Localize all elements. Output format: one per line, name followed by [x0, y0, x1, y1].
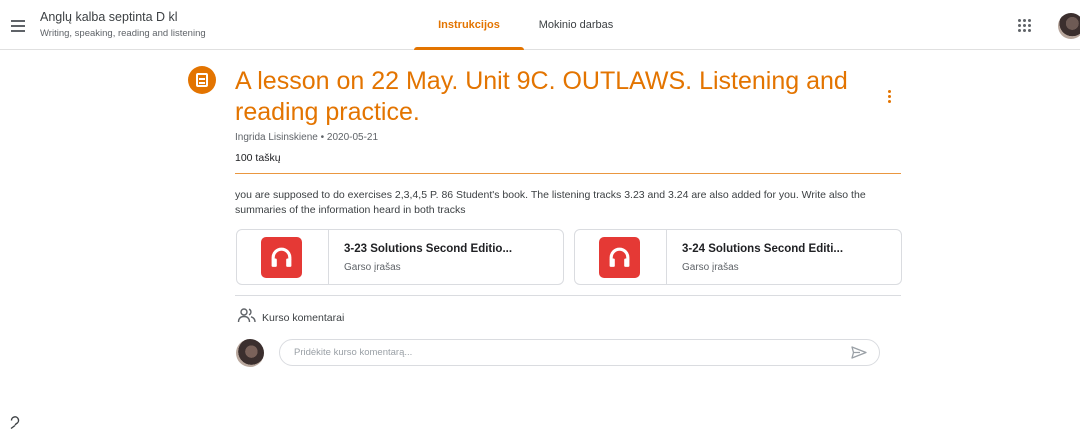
assignment-description: you are supposed to do exercises 2,3,4,5… — [235, 189, 866, 216]
headphones-icon — [599, 237, 640, 278]
class-comments-label: Kurso komentarai — [262, 312, 345, 324]
send-icon[interactable] — [851, 346, 867, 359]
help-icon[interactable] — [8, 416, 22, 430]
attachment-type: Garso įrašas — [344, 262, 401, 273]
attachment-thumbnail — [237, 230, 329, 284]
tab-student-work[interactable]: Mokinio darbas — [530, 0, 622, 50]
attachment-title: 3-24 Solutions Second Editi... — [682, 243, 844, 255]
header-divider — [235, 173, 901, 174]
class-subtitle: Writing, speaking, reading and listening — [40, 28, 206, 39]
class-title[interactable]: Anglų kalba septinta D kl — [40, 10, 178, 24]
comments-divider — [235, 295, 901, 296]
class-comment-input[interactable] — [279, 339, 880, 366]
apps-grid-icon[interactable] — [1018, 19, 1032, 33]
more-options-icon[interactable] — [885, 88, 895, 106]
assignment-meta: Ingrida Lisinskiene • 2020-05-21 — [235, 132, 379, 143]
assignment-title: A lesson on 22 May. Unit 9C. OUTLAWS. Li… — [235, 67, 848, 126]
people-icon — [237, 308, 256, 323]
attachment-type: Garso įrašas — [682, 262, 739, 273]
attachment-title: 3-23 Solutions Second Editio... — [344, 243, 513, 255]
headphones-icon — [261, 237, 302, 278]
tab-instructions[interactable]: Instrukcijos — [414, 0, 524, 50]
user-avatar — [236, 339, 264, 367]
account-avatar[interactable] — [1058, 13, 1080, 39]
assignment-points: 100 taškų — [235, 152, 281, 164]
assignment-icon — [188, 66, 216, 94]
attachment-card[interactable]: 3-24 Solutions Second Editi... Garso įra… — [574, 229, 902, 285]
attachment-thumbnail — [575, 230, 667, 284]
attachment-card[interactable]: 3-23 Solutions Second Editio... Garso įr… — [236, 229, 564, 285]
menu-icon[interactable] — [6, 14, 30, 38]
top-bar: Anglų kalba septinta D kl Writing, speak… — [0, 0, 1080, 50]
